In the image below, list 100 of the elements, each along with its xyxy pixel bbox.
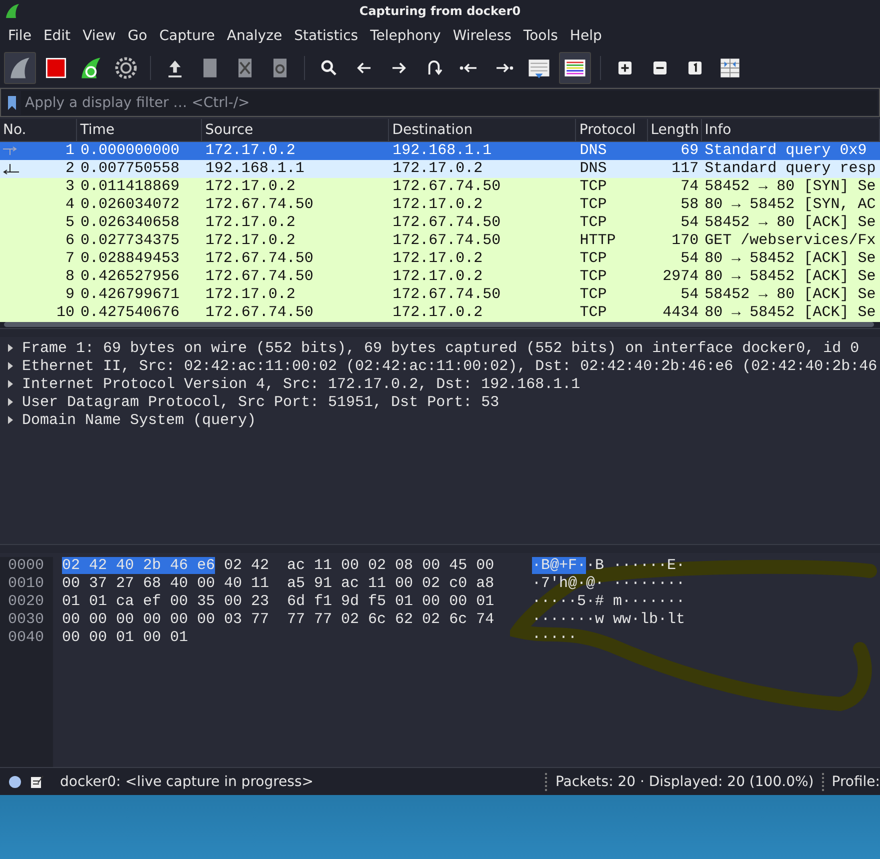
hex-bytes[interactable]: 01 01 ca ef 00 35 00 23 6d f1 9d f5 01 00 00 01 bbox=[62, 593, 494, 610]
table-cell-text: 117 bbox=[670, 160, 700, 178]
ascii-text[interactable]: ·7'h@·@· ········ bbox=[532, 575, 686, 592]
table-cell-text: 58452 → 80 [ACK] Se bbox=[704, 286, 877, 304]
colorize-icon[interactable] bbox=[559, 52, 591, 84]
hex-bytes[interactable]: 00 37 27 68 40 00 40 11 a5 91 ac 11 00 02 c0 a8 bbox=[62, 575, 494, 592]
ascii-text[interactable]: ·····5·# m······· bbox=[532, 593, 686, 610]
expander-icon[interactable] bbox=[6, 415, 14, 426]
offset-label: 0000 bbox=[8, 557, 46, 576]
hex-bytes[interactable]: 00 00 01 00 01 bbox=[62, 629, 188, 646]
menu-item[interactable]: File bbox=[2, 28, 38, 44]
table-cell-text: 0.026034072 bbox=[80, 196, 181, 214]
table-cell-text: DNS bbox=[578, 142, 608, 160]
window-title: Capturing from docker0 bbox=[359, 4, 521, 18]
tree-item[interactable]: User Datagram Protocol, Src Port: 51951, Dst Port: 53 bbox=[0, 393, 880, 412]
expander-icon[interactable] bbox=[6, 397, 14, 408]
table-cell-text: TCP bbox=[578, 250, 608, 268]
table-cell-text: 172.17.0.2 bbox=[392, 250, 484, 268]
table-cell-text: 0.027734375 bbox=[80, 232, 181, 250]
packet-row[interactable]: 10 0.427540676 172.67.74.50 172.17.0.2 TCP 4434 80 → 58452 [ACK] Se bbox=[0, 304, 880, 322]
table-cell-text: 9 bbox=[64, 286, 76, 304]
table-cell-text: TCP bbox=[578, 286, 608, 304]
table-cell-text: 0.426527956 bbox=[80, 268, 181, 286]
column-header[interactable]: Length bbox=[648, 119, 702, 142]
column-header[interactable]: Source bbox=[202, 119, 390, 142]
table-cell-text: 172.67.74.50 bbox=[392, 286, 502, 304]
table-cell-text: 4434 bbox=[662, 304, 700, 322]
column-header[interactable]: Info bbox=[702, 119, 880, 142]
table-cell-text: 0.028849453 bbox=[80, 250, 181, 268]
menu-item[interactable]: Help bbox=[564, 28, 608, 44]
expander-icon[interactable] bbox=[6, 361, 14, 372]
menu-item[interactable]: Statistics bbox=[288, 28, 364, 44]
hex-bytes[interactable]: 02 42 ac 11 00 02 08 00 45 00 bbox=[215, 557, 494, 574]
packet-row[interactable]: 5 0.026340658 172.17.0.2 172.67.74.50 TCP 54 58452 → 80 [ACK] Se bbox=[0, 214, 880, 232]
table-cell-text: 170 bbox=[670, 232, 700, 250]
menu-item[interactable]: Edit bbox=[37, 28, 77, 44]
menu-item[interactable]: Tools bbox=[517, 28, 564, 44]
table-cell-text: 172.67.74.50 bbox=[204, 268, 314, 286]
menu-item[interactable]: Capture bbox=[153, 28, 221, 44]
table-cell-text: 172.17.0.2 bbox=[392, 196, 484, 214]
notes-icon[interactable] bbox=[30, 774, 44, 789]
splitter-handle[interactable] bbox=[0, 328, 880, 338]
packet-row[interactable]: 8 0.426527956 172.67.74.50 172.17.0.2 TCP 2974 80 → 58452 [ACK] Se bbox=[0, 268, 880, 286]
packet-row[interactable]: 9 0.426799671 172.17.0.2 172.67.74.50 TCP 54 58452 → 80 [ACK] Se bbox=[0, 286, 880, 304]
menu-item[interactable]: Telephony bbox=[364, 28, 447, 44]
table-cell-text: TCP bbox=[578, 214, 608, 232]
selected-ascii[interactable]: ·B@+F· bbox=[532, 557, 586, 574]
status-dot-icon[interactable] bbox=[8, 774, 22, 789]
column-header[interactable]: Time bbox=[77, 119, 202, 142]
tree-item[interactable]: Domain Name System (query) bbox=[0, 411, 880, 430]
packet-row[interactable]: 2 0.007750558 192.168.1.1 172.17.0.2 DNS 117 Standard query resp bbox=[0, 160, 880, 178]
menu-item[interactable]: Wireless bbox=[446, 28, 518, 44]
table-cell-text: 10 bbox=[56, 304, 76, 322]
menu-item[interactable]: Go bbox=[122, 28, 154, 44]
table-cell-text: 58 bbox=[680, 196, 700, 214]
table-cell-text: 3 bbox=[64, 178, 76, 196]
menu-item[interactable]: View bbox=[76, 28, 122, 44]
packet-row[interactable]: 3 0.011418869 172.17.0.2 172.67.74.50 TCP 74 58452 → 80 [SYN] Se bbox=[0, 178, 880, 196]
packet-row[interactable]: 4 0.026034072 172.67.74.50 172.17.0.2 TCP 58 80 → 58452 [SYN, AC bbox=[0, 196, 880, 214]
table-cell-text: 172.17.0.2 bbox=[392, 160, 484, 178]
table-cell-text: 2974 bbox=[662, 268, 700, 286]
filter-field[interactable]: Apply a display filter … <Ctrl-/> bbox=[21, 90, 877, 115]
ascii-text[interactable]: ····· bbox=[532, 629, 578, 646]
packet-row[interactable]: 7 0.028849453 172.67.74.50 172.17.0.2 TCP 54 80 → 58452 [ACK] Se bbox=[0, 250, 880, 268]
table-cell-text: 0.000000000 bbox=[80, 142, 181, 160]
column-header[interactable]: No. bbox=[0, 119, 78, 142]
packet-row[interactable]: 1 0.000000000 172.17.0.2 192.168.1.1 DNS 69 Standard query 0x9 bbox=[0, 142, 880, 160]
table-cell-text: 0.007750558 bbox=[80, 160, 181, 178]
packet-row[interactable]: 6 0.027734375 172.17.0.2 172.67.74.50 HTTP 170 GET /webservices/Fx bbox=[0, 232, 880, 250]
hex-bytes[interactable]: 00 00 00 00 00 00 03 77 77 77 02 6c 62 02 6c 74 bbox=[62, 611, 494, 628]
table-cell-text: 6 bbox=[64, 232, 76, 250]
table-cell-text: Standard query 0x9 bbox=[704, 142, 868, 160]
bookmark-icon[interactable] bbox=[7, 94, 17, 111]
table-cell-text: 1 bbox=[64, 142, 76, 160]
table-cell-text: 69 bbox=[680, 142, 700, 160]
profile-label[interactable]: Profile: bbox=[832, 774, 880, 790]
table-cell-text: TCP bbox=[578, 268, 608, 286]
column-header[interactable]: Destination bbox=[389, 119, 576, 142]
scrollbar[interactable] bbox=[4, 322, 874, 328]
tree-item-label: User Datagram Protocol, Src Port: 51951, Dst Port: 53 bbox=[22, 394, 500, 411]
tree-item[interactable]: Internet Protocol Version 4, Src: 172.17.0.2, Dst: 192.168.1.1 bbox=[0, 375, 880, 394]
expander-icon[interactable] bbox=[6, 343, 14, 354]
table-cell-text: 172.67.74.50 bbox=[392, 178, 502, 196]
table-cell-text: 172.67.74.50 bbox=[204, 196, 314, 214]
expander-icon[interactable] bbox=[6, 379, 14, 390]
fin-icon bbox=[4, 3, 20, 19]
table-cell-text: 172.67.74.50 bbox=[204, 250, 314, 268]
table-cell-text: 172.17.0.2 bbox=[204, 178, 296, 196]
table-cell-text: 80 → 58452 [ACK] Se bbox=[704, 250, 877, 268]
column-header[interactable]: Protocol bbox=[576, 119, 648, 142]
table-cell-text: HTTP bbox=[578, 232, 617, 250]
offset-label: 0030 bbox=[8, 611, 46, 630]
table-cell-text: 172.67.74.50 bbox=[392, 232, 502, 250]
menu-item[interactable]: Analyze bbox=[220, 28, 288, 44]
ascii-text[interactable]: ·B ······E· bbox=[586, 557, 686, 574]
table-cell-text: TCP bbox=[578, 178, 608, 196]
ascii-text[interactable]: ·······w ww·lb·lt bbox=[532, 611, 686, 628]
table-cell-text: 172.67.74.50 bbox=[204, 304, 314, 322]
table-cell-text: 172.17.0.2 bbox=[204, 142, 296, 160]
selected-bytes[interactable]: 02 42 40 2b 46 e6 bbox=[62, 557, 216, 574]
